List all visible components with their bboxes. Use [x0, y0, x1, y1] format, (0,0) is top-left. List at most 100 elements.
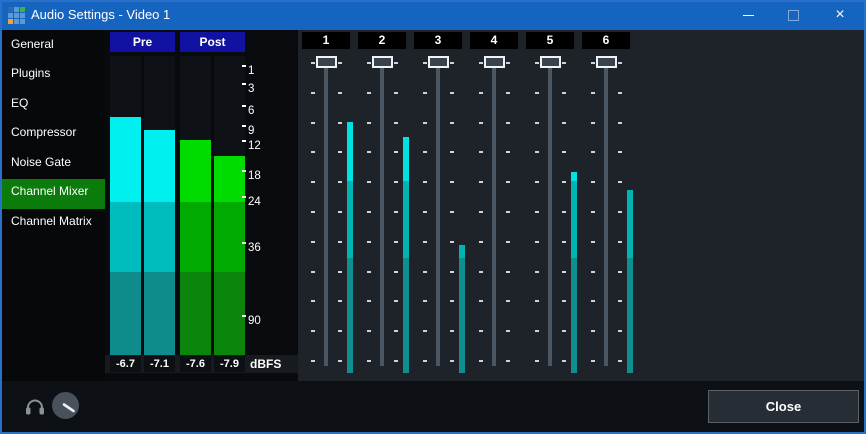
- sidebar-item-channel-mixer[interactable]: Channel Mixer: [2, 179, 105, 209]
- channel-meter-fill-mid: [403, 181, 409, 258]
- slider-tick: [423, 151, 427, 153]
- sidebar-item-plugins[interactable]: Plugins: [2, 61, 105, 91]
- meter-fill-bright: [110, 117, 141, 202]
- volume-slider-track-5[interactable]: [548, 57, 552, 366]
- sidebar-item-general[interactable]: General: [2, 32, 105, 62]
- slider-tick: [394, 211, 398, 213]
- slider-tick: [450, 181, 454, 183]
- slider-tick: [367, 122, 371, 124]
- slider-tick: [367, 92, 371, 94]
- slider-tick: [618, 360, 622, 362]
- slider-tick: [338, 360, 342, 362]
- slider-tick: [423, 181, 427, 183]
- sidebar-item-compressor[interactable]: Compressor: [2, 120, 105, 150]
- slider-tick: [479, 330, 483, 332]
- slider-tick: [591, 62, 595, 64]
- slider-tick: [450, 211, 454, 213]
- titlebar[interactable]: Audio Settings - Video 1 ×: [0, 0, 866, 30]
- volume-slider-handle-2[interactable]: [372, 56, 393, 68]
- slider-tick: [450, 271, 454, 273]
- app-logo-tile: [8, 7, 13, 12]
- close-icon: ×: [835, 7, 844, 23]
- slider-tick: [338, 271, 342, 273]
- volume-slider-track-1[interactable]: [324, 57, 328, 366]
- slider-tick: [423, 122, 427, 124]
- slider-tick: [479, 241, 483, 243]
- slider-tick: [338, 62, 342, 64]
- sidebar-item-noise-gate[interactable]: Noise Gate: [2, 150, 105, 180]
- slider-tick: [506, 122, 510, 124]
- slider-tick: [562, 360, 566, 362]
- meter-fill-mid: [180, 202, 211, 272]
- slider-tick: [450, 122, 454, 124]
- app-logo-tile: [14, 19, 19, 24]
- minimize-button[interactable]: [726, 0, 771, 30]
- slider-tick: [423, 241, 427, 243]
- minimize-icon: [743, 15, 754, 16]
- channel-number-3: 3: [414, 32, 462, 49]
- slider-tick: [618, 122, 622, 124]
- slider-tick: [479, 271, 483, 273]
- slider-tick: [394, 62, 398, 64]
- meter-readout: -7.6: [180, 356, 211, 372]
- volume-slider-handle-4[interactable]: [484, 56, 505, 68]
- volume-slider-track-6[interactable]: [604, 57, 608, 366]
- volume-slider-handle-6[interactable]: [596, 56, 617, 68]
- meter-bridge: Pre Post dBFS -6.7-7.1-7.6-7.91369121824…: [105, 30, 298, 381]
- slider-tick: [311, 241, 315, 243]
- meter-fill-bright: [214, 156, 245, 202]
- volume-slider-handle-3[interactable]: [428, 56, 449, 68]
- volume-slider-track-4[interactable]: [492, 57, 496, 366]
- slider-tick: [367, 300, 371, 302]
- slider-tick: [367, 211, 371, 213]
- volume-slider-handle-1[interactable]: [316, 56, 337, 68]
- slider-tick: [535, 122, 539, 124]
- slider-tick: [562, 151, 566, 153]
- slider-tick: [591, 360, 595, 362]
- slider-tick: [450, 92, 454, 94]
- monitor-volume-knob[interactable]: [52, 392, 79, 419]
- slider-tick: [562, 271, 566, 273]
- close-button[interactable]: Close: [708, 390, 859, 423]
- scale-tick-label: 6: [248, 104, 254, 118]
- channel-meter-fill-mid: [571, 181, 577, 258]
- slider-tick: [591, 241, 595, 243]
- scale-tick-label: 18: [248, 169, 261, 183]
- slider-tick: [535, 211, 539, 213]
- slider-tick: [562, 300, 566, 302]
- slider-tick: [618, 62, 622, 64]
- slider-tick: [338, 330, 342, 332]
- app-logo-tile: [14, 13, 19, 18]
- sidebar-item-channel-matrix[interactable]: Channel Matrix: [2, 209, 105, 239]
- slider-tick: [367, 330, 371, 332]
- slider-tick: [562, 330, 566, 332]
- slider-tick: [311, 122, 315, 124]
- slider-tick: [479, 151, 483, 153]
- close-window-button[interactable]: ×: [816, 0, 864, 30]
- volume-slider-track-2[interactable]: [380, 57, 384, 366]
- volume-slider-track-3[interactable]: [436, 57, 440, 366]
- slider-tick: [535, 92, 539, 94]
- slider-tick: [311, 181, 315, 183]
- channel-meter-fill-low: [403, 258, 409, 373]
- slider-tick: [562, 241, 566, 243]
- slider-tick: [394, 271, 398, 273]
- slider-tick: [450, 300, 454, 302]
- slider-tick: [338, 300, 342, 302]
- scale-tick-label: 24: [248, 195, 261, 209]
- sidebar-item-eq[interactable]: EQ: [2, 91, 105, 121]
- slider-tick: [562, 181, 566, 183]
- slider-tick: [450, 62, 454, 64]
- slider-tick: [535, 300, 539, 302]
- slider-tick: [618, 151, 622, 153]
- scale-tick-label: 90: [248, 314, 261, 328]
- slider-tick: [338, 151, 342, 153]
- slider-tick: [311, 211, 315, 213]
- volume-slider-handle-5[interactable]: [540, 56, 561, 68]
- channel-number-4: 4: [470, 32, 518, 49]
- slider-tick: [394, 330, 398, 332]
- meter-fill-low: [110, 272, 141, 355]
- headphones-icon[interactable]: [25, 398, 45, 415]
- channel-meter-fill-bright: [347, 122, 353, 181]
- meter-readout: -7.1: [144, 356, 175, 372]
